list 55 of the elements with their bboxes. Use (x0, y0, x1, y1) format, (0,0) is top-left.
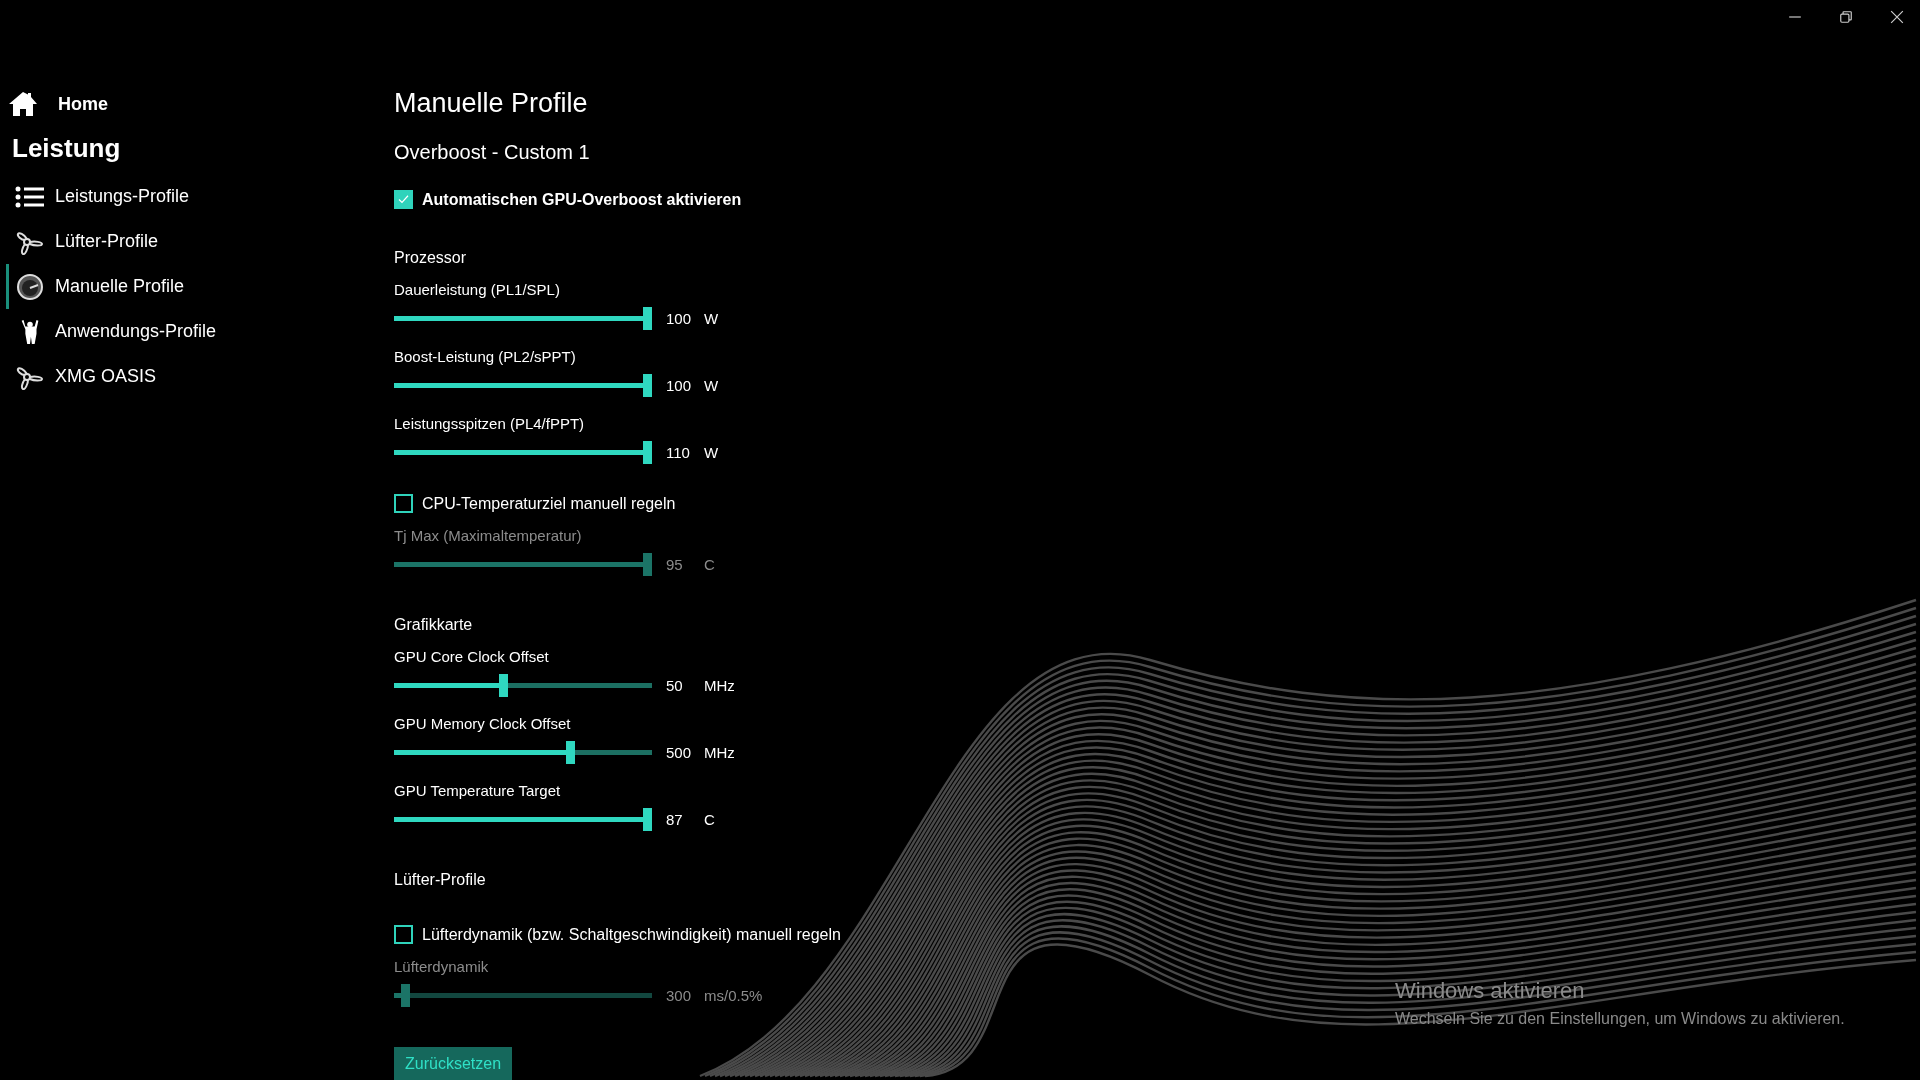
page-title: Manuelle Profile (394, 88, 589, 119)
slider-unit: W (704, 376, 719, 394)
slider-unit: W (704, 443, 719, 461)
slider-thumb[interactable] (643, 807, 652, 831)
slider-label: Lüfterdynamik (394, 958, 490, 975)
slider-label: GPU Core Clock Offset (394, 648, 550, 665)
slider-unit: C (704, 555, 715, 573)
sidebar-item[interactable]: XMG OASIS (6, 354, 394, 399)
activation-title: Windows aktivieren (1395, 978, 1586, 1004)
checkbox-label: Lüfterdynamik (bzw. Schaltgeschwindigkeit) manuell regeln (422, 925, 841, 944)
profile-name: Overboost - Custom 1 (394, 141, 591, 164)
slider-label: Boost-Leistung (PL2/sPPT) (394, 348, 577, 365)
slider-value: 110 (666, 443, 691, 461)
slider-thumb[interactable] (498, 673, 508, 697)
slider-unit: MHz (704, 676, 735, 694)
sidebar-item[interactable]: Leistungs-Profile (6, 174, 394, 219)
sidebar-item[interactable]: Anwendungs-Profile (6, 309, 394, 354)
section-heading: Lüfter-Profile (394, 871, 487, 889)
slider-value: 100 (666, 376, 693, 394)
slider-value: 50 (666, 676, 684, 694)
slider-unit: C (704, 810, 715, 828)
slider-unit: ms/0.5% (704, 986, 763, 1004)
slider-label: Tj Max (Maximaltemperatur) (394, 527, 583, 544)
checkbox-label: CPU-Temperaturziel manuell regeln (422, 494, 676, 513)
slider-value: 500 (666, 743, 693, 761)
gauge-icon (15, 273, 45, 300)
sidebar-heading: Leistung (11, 133, 122, 164)
slider-thumb[interactable] (643, 373, 652, 397)
close-icon[interactable] (1890, 10, 1904, 24)
slider-value: 300 (666, 986, 693, 1004)
restore-icon[interactable] (1839, 10, 1853, 24)
sidebar-item[interactable]: Manuelle Profile (6, 264, 394, 309)
sidebar-item[interactable]: Lüfter-Profile (6, 219, 394, 264)
slider-thumb[interactable] (565, 740, 575, 764)
slider-label: Leistungsspitzen (PL4/fPPT) (394, 415, 586, 432)
home-icon[interactable] (8, 91, 38, 117)
checkbox-label: Automatischen GPU-Overboost aktivieren (422, 190, 742, 209)
slider-unit: MHz (704, 743, 735, 761)
activation-text: Wechseln Sie zu den Einstellungen, um Windows zu aktivieren. (1395, 1010, 1845, 1028)
home-link[interactable]: Home (58, 93, 108, 115)
slider-value: 87 (666, 810, 684, 828)
reset-button[interactable]: Zurücksetzen (394, 1047, 513, 1080)
section-heading: Prozessor (394, 249, 468, 267)
checkbox[interactable] (394, 925, 413, 944)
slider-value: 100 (666, 309, 693, 327)
checkbox[interactable] (394, 494, 413, 513)
slider-label: Dauerleistung (PL1/SPL) (394, 281, 561, 298)
section-heading: Grafikkarte (394, 616, 474, 634)
slider-thumb[interactable] (643, 440, 652, 464)
slider-label: GPU Memory Clock Offset (394, 715, 572, 732)
slider-unit: W (704, 309, 719, 327)
slider-value: 95 (666, 555, 684, 573)
slider-label: GPU Temperature Target (394, 782, 562, 799)
slider-thumb[interactable] (643, 306, 652, 330)
checkbox[interactable] (394, 190, 413, 209)
